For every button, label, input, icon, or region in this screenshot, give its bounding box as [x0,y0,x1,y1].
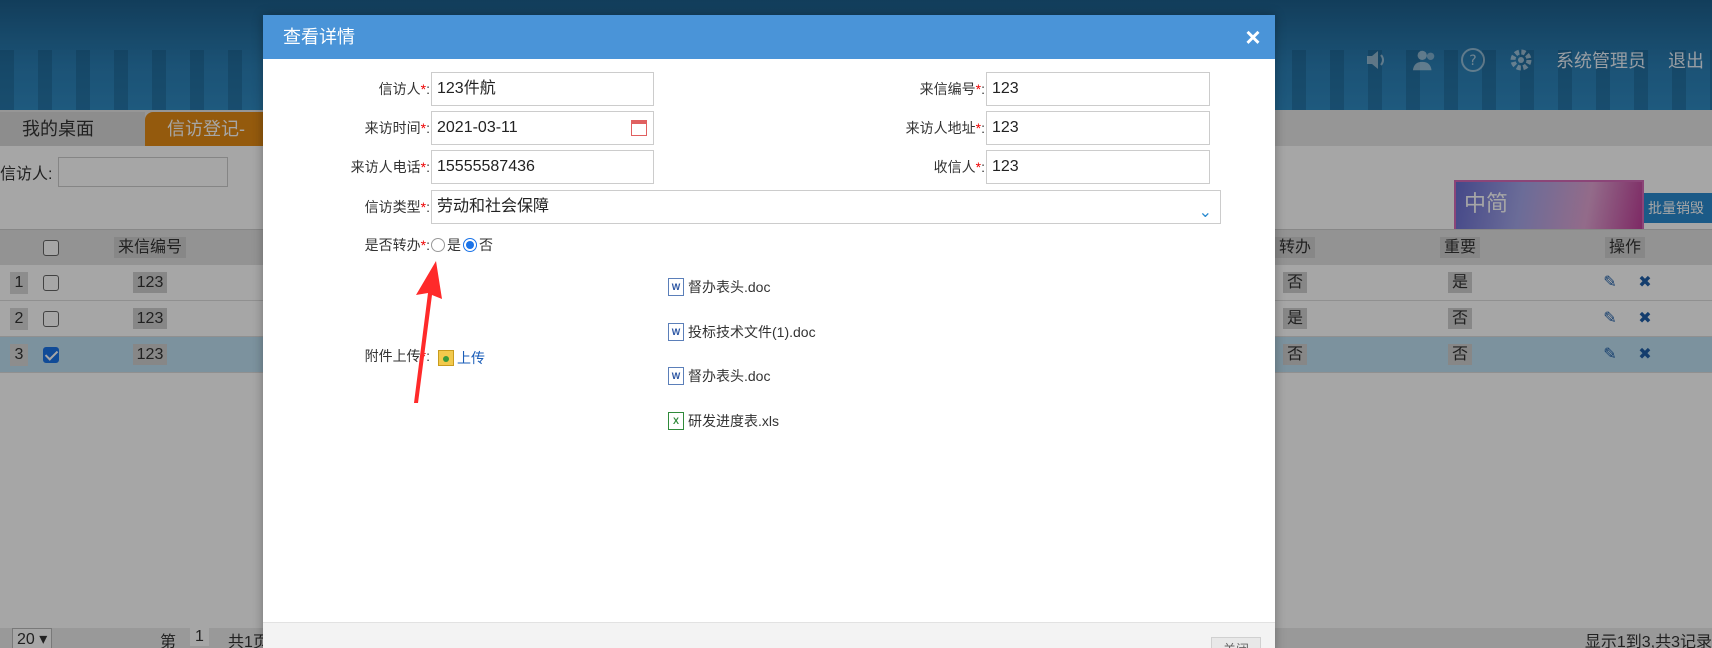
transfer-yes-radio[interactable] [431,238,445,252]
visit-time-field[interactable]: 2021-03-11 [431,111,654,145]
file-name: 督办表头.doc [688,368,771,384]
file-name: 研发进度表.xls [688,413,779,429]
dialog-footer: 关闭 [263,622,1275,648]
petitioner-field[interactable]: 123件航 [431,72,654,106]
word-file-icon: W [668,278,684,296]
transfer-yes-label: 是 [447,237,461,253]
dialog-title: 查看详情 [263,15,1275,59]
letter-no-label: 来信编号*: [919,81,985,97]
visit-time-value: 2021-03-11 [437,119,518,136]
petition-type-select[interactable]: 劳动和社会保障 ⌄ [431,190,1221,224]
receiver-label: 收信人*: [933,159,985,175]
close-button[interactable]: 关闭 [1211,637,1261,648]
petition-type-value: 劳动和社会保障 [437,198,550,215]
transfer-no-radio[interactable] [463,238,477,252]
letter-no-field[interactable]: 123 [986,72,1210,106]
attachment-file[interactable]: W 投标技术文件(1).doc [668,322,816,342]
visit-time-label: 来访时间*: [364,120,430,136]
visitor-phone-field[interactable]: 15555587436 [431,150,654,184]
petition-type-label: 信访类型*: [364,199,430,215]
visitor-phone-label: 来访人电话*: [350,159,430,175]
word-file-icon: W [668,323,684,341]
close-icon[interactable]: × [1241,24,1265,50]
petitioner-label: 信访人*: [378,81,430,97]
visitor-address-label: 来访人地址*: [905,120,985,136]
visitor-address-field[interactable]: 123 [986,111,1210,145]
upload-label: 上传 [457,350,485,366]
chevron-down-icon: ⌄ [1198,204,1212,221]
file-name: 督办表头.doc [688,279,771,295]
annotation-arrow [414,261,442,403]
transfer-radio-group: 是 否 [431,235,493,255]
attachment-file[interactable]: W 督办表头.doc [668,277,770,297]
file-name: 投标技术文件(1).doc [688,324,816,340]
attachment-file[interactable]: W 督办表头.doc [668,366,770,386]
excel-file-icon: X [668,412,684,430]
word-file-icon: W [668,367,684,385]
receiver-field[interactable]: 123 [986,150,1210,184]
calendar-icon[interactable] [631,120,647,136]
attachment-file[interactable]: X 研发进度表.xls [668,411,779,431]
transfer-no-label: 否 [479,237,493,253]
